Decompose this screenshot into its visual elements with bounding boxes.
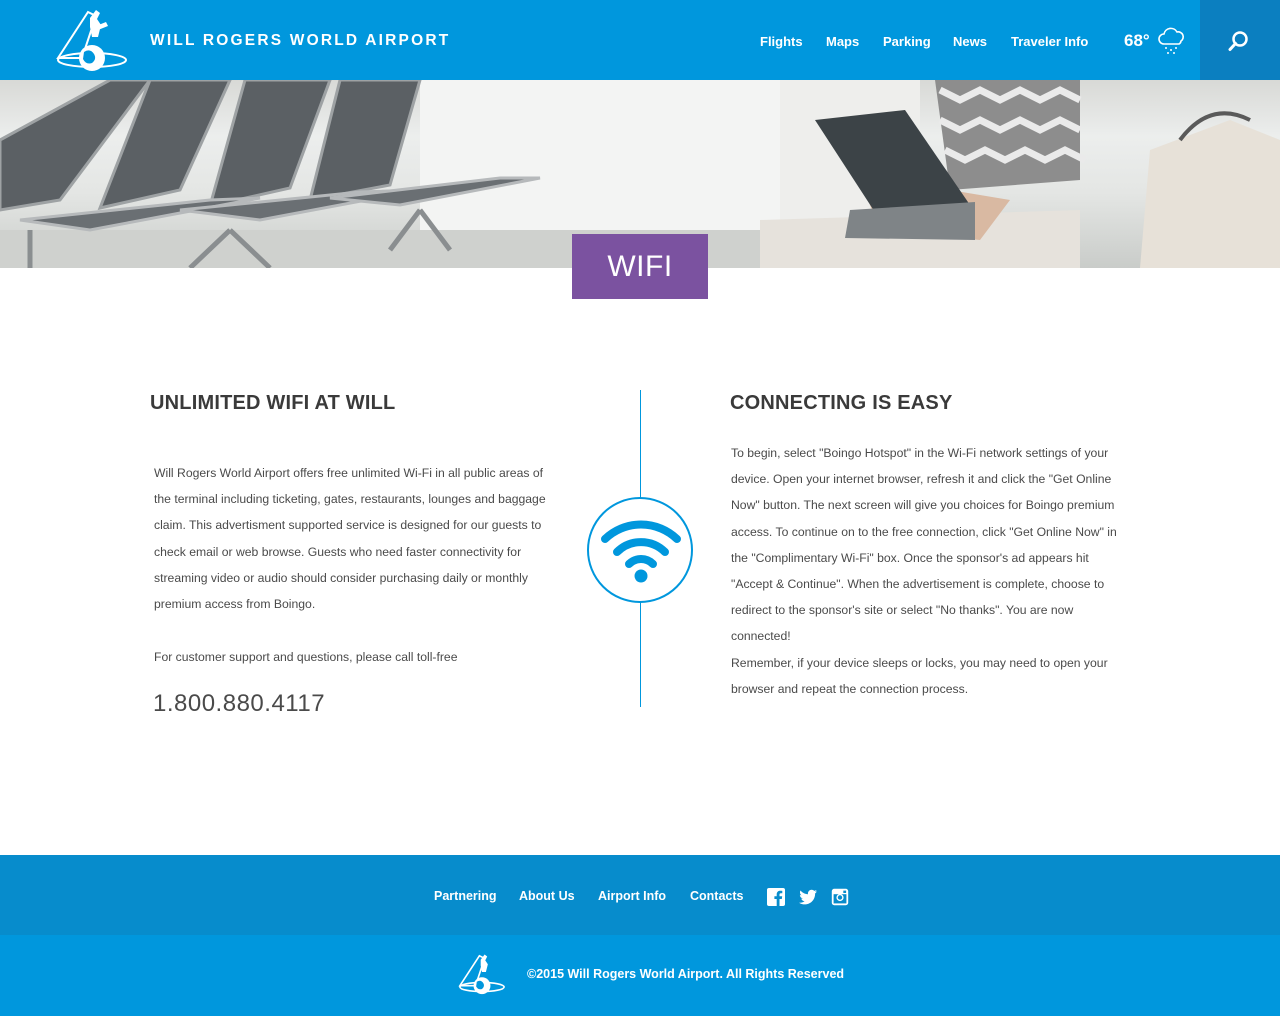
- facebook-icon[interactable]: [767, 888, 785, 906]
- steps-paragraph: To begin, select "Boingo Hotspot" in the…: [731, 446, 1117, 644]
- nav-traveler-info[interactable]: Traveler Info: [1011, 34, 1088, 49]
- footer-airport-logo[interactable]: [456, 951, 508, 997]
- support-text: For customer support and questions, plea…: [154, 650, 458, 664]
- copyright-text: ©2015 Will Rogers World Airport. All Rig…: [527, 967, 845, 981]
- divider-top: [640, 390, 641, 498]
- wifi-badge: [587, 497, 693, 603]
- page-title-badge: WIFI: [572, 234, 708, 299]
- intro-paragraph: Will Rogers World Airport offers free un…: [154, 466, 546, 612]
- search-button[interactable]: [1200, 0, 1280, 80]
- footer-link-contacts[interactable]: Contacts: [690, 889, 743, 903]
- right-heading: CONNECTING IS EASY: [730, 392, 953, 414]
- footer-nav: Partnering About Us Airport Info Contact…: [0, 855, 1280, 935]
- temperature: 68°: [1124, 31, 1150, 50]
- support-phone[interactable]: 1.800.880.4117: [153, 690, 325, 718]
- nav-parking[interactable]: Parking: [883, 34, 931, 49]
- twitter-icon[interactable]: [799, 888, 817, 906]
- instagram-icon[interactable]: [831, 888, 849, 906]
- reminder-paragraph: Remember, if your device sleeps or locks…: [731, 656, 1108, 697]
- left-heading: UNLIMITED WIFI AT WILL: [150, 392, 396, 414]
- main-nav: Flights Maps Parking News Traveler Info: [0, 34, 1100, 54]
- footer-link-about-us[interactable]: About Us: [519, 889, 575, 903]
- wifi-icon: [601, 520, 681, 583]
- divider-bottom: [640, 602, 641, 707]
- search-icon: [1228, 31, 1248, 51]
- footer-link-partnering[interactable]: Partnering: [434, 889, 497, 903]
- snow-cloud-icon: [1158, 27, 1184, 54]
- site-header: WILL ROGERS WORLD AIRPORT Flights Maps P…: [0, 0, 1280, 80]
- footer-bottom: ©2015 Will Rogers World Airport. All Rig…: [0, 935, 1280, 1016]
- nav-news[interactable]: News: [953, 34, 987, 49]
- nav-maps[interactable]: Maps: [826, 34, 859, 49]
- footer-link-airport-info[interactable]: Airport Info: [598, 889, 666, 903]
- nav-flights[interactable]: Flights: [760, 34, 803, 49]
